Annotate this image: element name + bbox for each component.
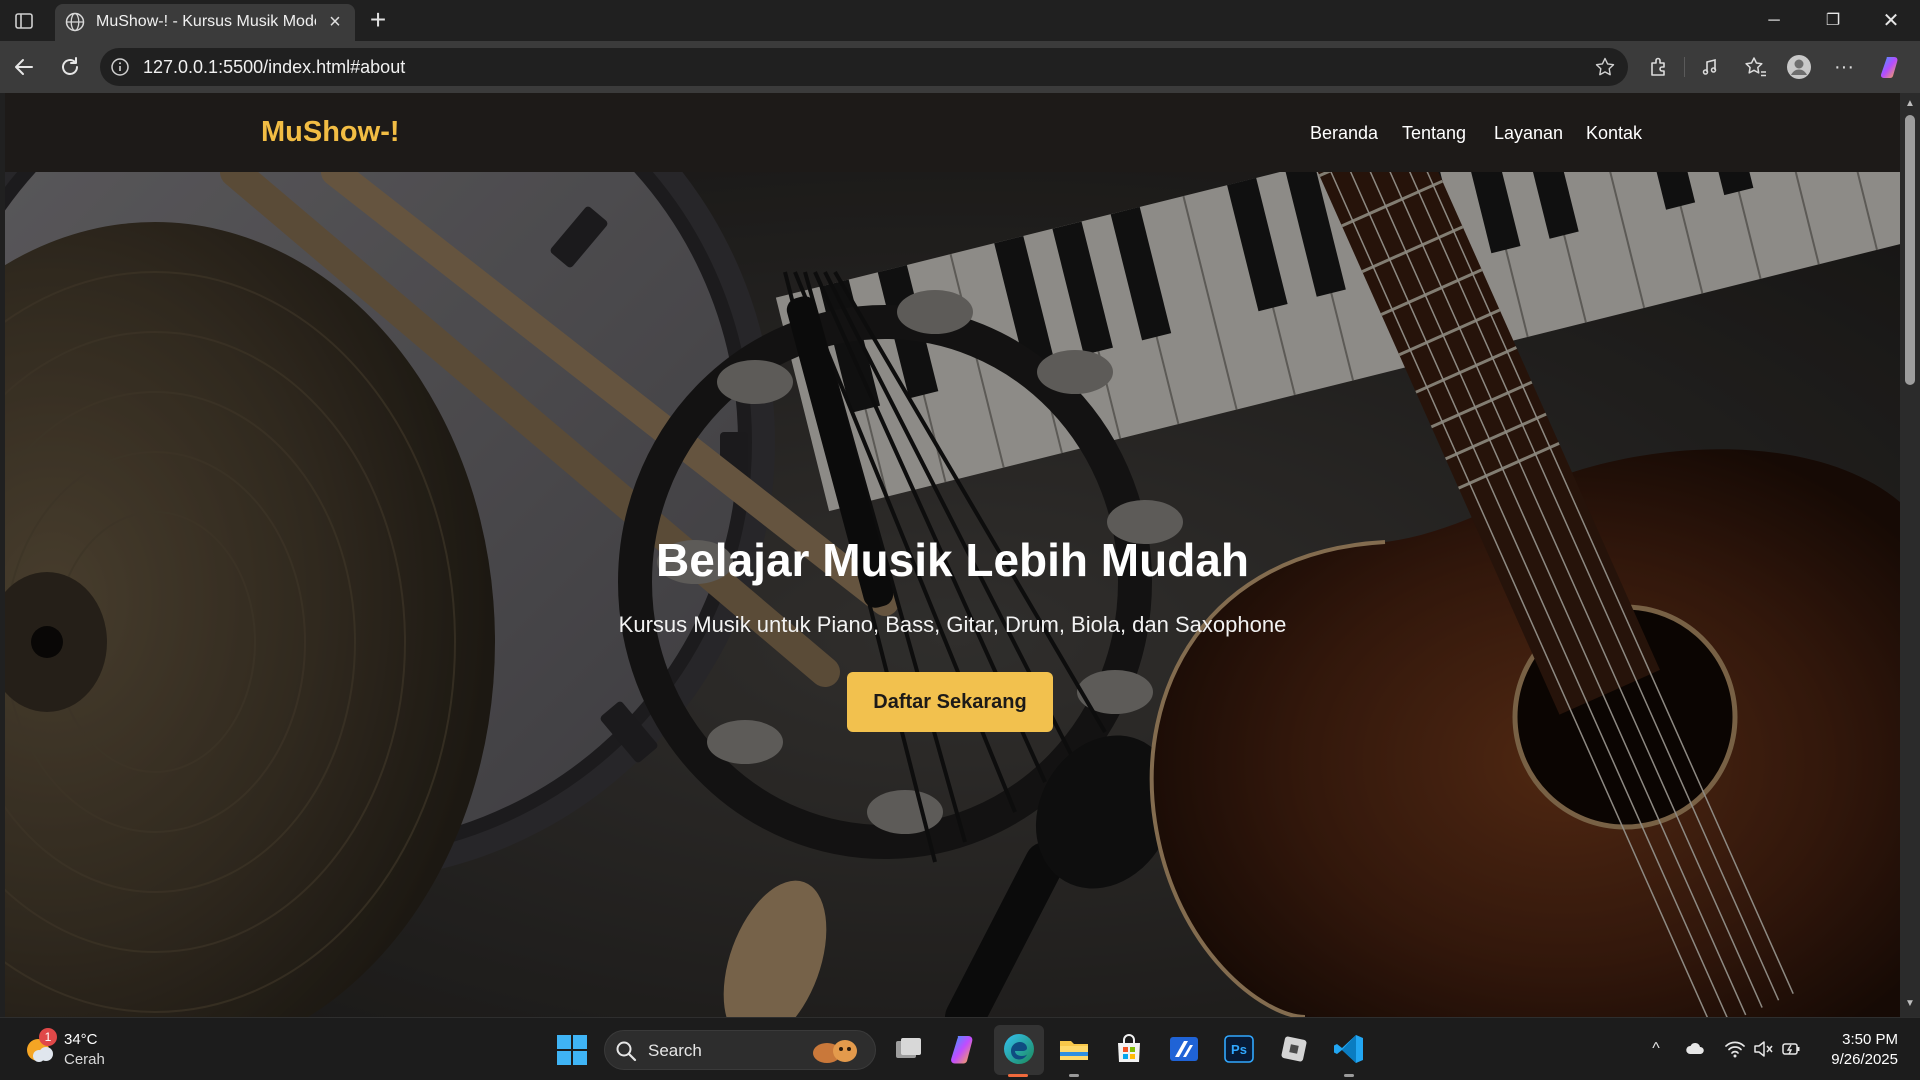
search-icon	[615, 1040, 637, 1062]
profile-avatar-icon[interactable]	[1786, 54, 1812, 80]
weather-badge: 1	[39, 1028, 57, 1046]
nav-link-layanan[interactable]: Layanan	[1494, 123, 1563, 144]
scroll-down-icon[interactable]: ▼	[1904, 999, 1916, 1009]
grey-app-icon[interactable]	[1277, 1032, 1311, 1066]
search-highlight-art-icon	[813, 1040, 857, 1063]
clock-date[interactable]: 9/26/2025	[1831, 1051, 1898, 1068]
search-label: Search	[648, 1041, 702, 1060]
vscode-running-indicator	[1344, 1074, 1354, 1077]
hero-background-image	[5, 172, 1900, 1017]
restore-button[interactable]: ❐	[1810, 6, 1856, 36]
nav-link-kontak[interactable]: Kontak	[1586, 123, 1642, 144]
favorites-icon[interactable]	[1742, 54, 1768, 80]
refresh-icon[interactable]	[54, 51, 86, 83]
hero-title: Belajar Musik Lebih Mudah	[656, 534, 1249, 586]
browser-tab-bar: MuShow-! - Kursus Musik Modern × + ─ ❐ ✕	[0, 0, 1920, 41]
url-text: 127.0.0.1:5500/index.html#about	[143, 57, 406, 77]
back-icon[interactable]	[8, 51, 40, 83]
browser-toolbar: 127.0.0.1:5500/index.html#about ···	[0, 41, 1920, 93]
daftar-sekarang-button[interactable]: Daftar Sekarang	[847, 672, 1053, 732]
weather-temp[interactable]: 34°C	[64, 1031, 98, 1048]
copilot-icon[interactable]	[1878, 54, 1904, 80]
task-view-icon[interactable]	[891, 1032, 925, 1066]
svg-text:Ps: Ps	[1231, 1042, 1247, 1057]
more-options-icon[interactable]: ···	[1831, 54, 1857, 80]
windows-start-icon[interactable]	[556, 1034, 588, 1066]
hero-section: Belajar Musik Lebih Mudah Kursus Musik u…	[5, 172, 1900, 1017]
extensions-icon[interactable]	[1646, 54, 1672, 80]
photoshop-icon[interactable]: Ps	[1222, 1032, 1256, 1066]
browser-tab-active[interactable]: MuShow-! - Kursus Musik Modern ×	[55, 4, 355, 41]
weather-condition[interactable]: Cerah	[64, 1051, 105, 1068]
windows-taskbar: 1 34°C Cerah Search Ps ^ 3:50 PM 9/26/20…	[0, 1017, 1920, 1080]
toolbar-divider	[1684, 57, 1685, 77]
explorer-running-indicator	[1069, 1074, 1079, 1077]
new-tab-button[interactable]: +	[364, 6, 392, 34]
blue-app-icon[interactable]	[1167, 1032, 1201, 1066]
wifi-icon[interactable]	[1724, 1038, 1746, 1060]
site-info-icon[interactable]	[110, 57, 130, 77]
site-navbar: MuShow-! Beranda Tentang Layanan Kontak	[5, 93, 1900, 172]
minimize-button[interactable]: ─	[1751, 6, 1797, 36]
clock-time[interactable]: 3:50 PM	[1842, 1031, 1898, 1048]
nav-link-beranda[interactable]: Beranda	[1310, 123, 1378, 144]
hero-subtitle: Kursus Musik untuk Piano, Bass, Gitar, D…	[618, 612, 1287, 637]
tab-actions-icon[interactable]	[12, 9, 36, 33]
scroll-thumb[interactable]	[1905, 115, 1915, 385]
vscode-icon[interactable]	[1332, 1032, 1366, 1066]
favorite-star-icon[interactable]	[1594, 56, 1616, 78]
battery-charging-icon[interactable]	[1780, 1038, 1802, 1060]
close-window-button[interactable]: ✕	[1868, 6, 1914, 36]
page-viewport: MuShow-! Beranda Tentang Layanan Kontak	[5, 93, 1900, 1017]
nav-link-tentang[interactable]: Tentang	[1402, 123, 1466, 144]
page-scrollbar[interactable]: ▲ ▼	[1900, 93, 1920, 1017]
tab-title: MuShow-! - Kursus Musik Modern	[96, 13, 316, 30]
edge-browser-icon[interactable]	[1002, 1032, 1036, 1066]
edge-running-indicator	[1008, 1074, 1028, 1077]
volume-muted-icon[interactable]	[1752, 1038, 1774, 1060]
onedrive-cloud-icon[interactable]	[1685, 1038, 1707, 1060]
scroll-up-icon[interactable]: ▲	[1904, 99, 1916, 109]
tab-close-icon[interactable]: ×	[325, 12, 345, 32]
address-bar[interactable]: 127.0.0.1:5500/index.html#about	[100, 48, 1628, 86]
media-control-icon[interactable]	[1698, 54, 1724, 80]
globe-icon	[64, 11, 86, 33]
taskbar-search[interactable]: Search	[604, 1030, 876, 1070]
show-hidden-icons-chevron-icon[interactable]: ^	[1645, 1038, 1667, 1060]
microsoft-store-icon[interactable]	[1112, 1032, 1146, 1066]
site-logo[interactable]: MuShow-!	[261, 116, 400, 149]
copilot-app-icon[interactable]	[946, 1032, 980, 1066]
file-explorer-icon[interactable]	[1057, 1032, 1091, 1066]
